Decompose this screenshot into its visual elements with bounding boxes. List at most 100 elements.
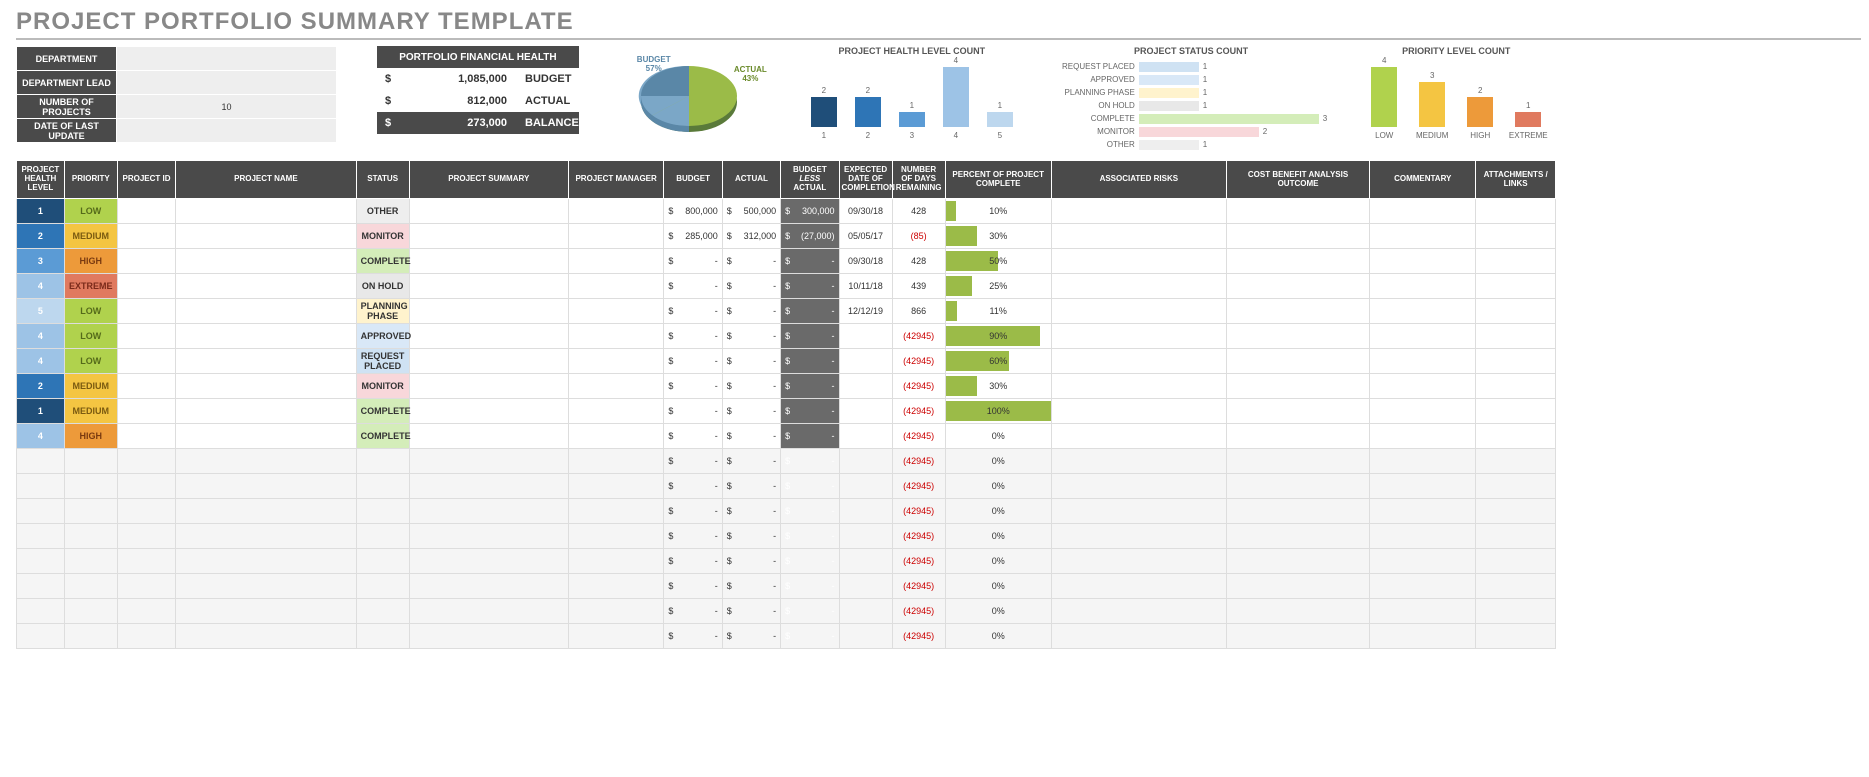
- cell-health[interactable]: 4: [17, 349, 65, 374]
- cell-percent[interactable]: 11%: [945, 299, 1051, 324]
- cell-health[interactable]: [17, 549, 65, 574]
- cell-priority[interactable]: LOW: [64, 349, 117, 374]
- table-row[interactable]: $-$-$-(42945)0%: [17, 599, 1556, 624]
- cell-health[interactable]: 2: [17, 374, 65, 399]
- health-bar: [943, 67, 969, 127]
- cell-priority[interactable]: [64, 549, 117, 574]
- cell-percent[interactable]: 0%: [945, 549, 1051, 574]
- cell-percent[interactable]: 100%: [945, 399, 1051, 424]
- cell-percent[interactable]: 30%: [945, 224, 1051, 249]
- table-row[interactable]: 3HIGHCOMPLETE$-$-$-09/30/1842850%: [17, 249, 1556, 274]
- cell-health[interactable]: 4: [17, 274, 65, 299]
- cell-priority[interactable]: MEDIUM: [64, 399, 117, 424]
- cell-priority[interactable]: [64, 574, 117, 599]
- cell-percent[interactable]: 0%: [945, 524, 1051, 549]
- cell-status[interactable]: [356, 499, 409, 524]
- cell-priority[interactable]: MEDIUM: [64, 224, 117, 249]
- table-row[interactable]: 4EXTREMEON HOLD$-$-$-10/11/1843925%: [17, 274, 1556, 299]
- cell-health[interactable]: 2: [17, 224, 65, 249]
- table-row[interactable]: 1MEDIUMCOMPLETE$-$-$-(42945)100%: [17, 399, 1556, 424]
- cell-priority[interactable]: HIGH: [64, 249, 117, 274]
- cell-percent[interactable]: 0%: [945, 474, 1051, 499]
- priority-chart: PRIORITY LEVEL COUNT 4LOW3MEDIUM2HIGH1EX…: [1367, 46, 1545, 140]
- cell-health[interactable]: [17, 574, 65, 599]
- table-row[interactable]: $-$-$-(42945)0%: [17, 499, 1556, 524]
- health-bar: [899, 112, 925, 127]
- table-row[interactable]: 1LOWOTHER$800,000$500,000$300,00009/30/1…: [17, 199, 1556, 224]
- cell-percent[interactable]: 0%: [945, 624, 1051, 649]
- cell-status[interactable]: REQUEST PLACED: [356, 349, 409, 374]
- cell-percent[interactable]: 0%: [945, 424, 1051, 449]
- cell-priority[interactable]: LOW: [64, 324, 117, 349]
- cell-priority[interactable]: MEDIUM: [64, 374, 117, 399]
- cell-status[interactable]: COMPLETE: [356, 424, 409, 449]
- grid-header: ACTUAL: [722, 161, 780, 199]
- cell-priority[interactable]: [64, 624, 117, 649]
- cell-priority[interactable]: [64, 474, 117, 499]
- cell-status[interactable]: [356, 549, 409, 574]
- cell-priority[interactable]: LOW: [64, 199, 117, 224]
- info-num-value[interactable]: 10: [117, 95, 337, 119]
- cell-priority[interactable]: [64, 524, 117, 549]
- cell-health[interactable]: 3: [17, 249, 65, 274]
- cell-status[interactable]: MONITOR: [356, 374, 409, 399]
- cell-status[interactable]: [356, 574, 409, 599]
- table-row[interactable]: $-$-$-(42945)0%: [17, 624, 1556, 649]
- cell-status[interactable]: [356, 624, 409, 649]
- cell-percent[interactable]: 25%: [945, 274, 1051, 299]
- info-lead-value[interactable]: [117, 71, 337, 95]
- cell-health[interactable]: 1: [17, 199, 65, 224]
- cell-priority[interactable]: LOW: [64, 299, 117, 324]
- cell-status[interactable]: OTHER: [356, 199, 409, 224]
- cell-health[interactable]: [17, 499, 65, 524]
- cell-health[interactable]: [17, 624, 65, 649]
- table-row[interactable]: 2MEDIUMMONITOR$285,000$312,000$(27,000)0…: [17, 224, 1556, 249]
- cell-priority[interactable]: [64, 499, 117, 524]
- cell-percent[interactable]: 60%: [945, 349, 1051, 374]
- cell-percent[interactable]: 50%: [945, 249, 1051, 274]
- cell-health[interactable]: [17, 474, 65, 499]
- cell-health[interactable]: 1: [17, 399, 65, 424]
- cell-health[interactable]: 4: [17, 324, 65, 349]
- grid-header-row: PROJECT HEALTH LEVELPRIORITYPROJECT IDPR…: [17, 161, 1556, 199]
- table-row[interactable]: 5LOWPLANNING PHASE$-$-$-12/12/1986611%: [17, 299, 1556, 324]
- cell-priority[interactable]: EXTREME: [64, 274, 117, 299]
- cell-status[interactable]: PLANNING PHASE: [356, 299, 409, 324]
- cell-percent[interactable]: 0%: [945, 574, 1051, 599]
- cell-status[interactable]: [356, 474, 409, 499]
- cell-status[interactable]: COMPLETE: [356, 399, 409, 424]
- cell-status[interactable]: [356, 599, 409, 624]
- cell-percent[interactable]: 10%: [945, 199, 1051, 224]
- cell-health[interactable]: [17, 524, 65, 549]
- cell-status[interactable]: [356, 449, 409, 474]
- table-row[interactable]: 4LOWREQUEST PLACED$-$-$-(42945)60%: [17, 349, 1556, 374]
- cell-status[interactable]: [356, 524, 409, 549]
- cell-status[interactable]: ON HOLD: [356, 274, 409, 299]
- table-row[interactable]: $-$-$-(42945)0%: [17, 574, 1556, 599]
- cell-status[interactable]: MONITOR: [356, 224, 409, 249]
- cell-percent[interactable]: 30%: [945, 374, 1051, 399]
- info-dept-value[interactable]: [117, 47, 337, 71]
- table-row[interactable]: 2MEDIUMMONITOR$-$-$-(42945)30%: [17, 374, 1556, 399]
- cell-percent[interactable]: 0%: [945, 499, 1051, 524]
- cell-status[interactable]: APPROVED: [356, 324, 409, 349]
- cell-health[interactable]: [17, 449, 65, 474]
- cell-status[interactable]: COMPLETE: [356, 249, 409, 274]
- table-row[interactable]: 4LOWAPPROVED$-$-$-(42945)90%: [17, 324, 1556, 349]
- cell-health[interactable]: [17, 599, 65, 624]
- table-row[interactable]: $-$-$-(42945)0%: [17, 524, 1556, 549]
- cell-percent[interactable]: 90%: [945, 324, 1051, 349]
- table-row[interactable]: $-$-$-(42945)0%: [17, 549, 1556, 574]
- info-date-value[interactable]: [117, 119, 337, 143]
- cell-priority[interactable]: HIGH: [64, 424, 117, 449]
- cell-health[interactable]: 5: [17, 299, 65, 324]
- cell-percent[interactable]: 0%: [945, 449, 1051, 474]
- cell-priority[interactable]: [64, 599, 117, 624]
- table-row[interactable]: $-$-$-(42945)0%: [17, 474, 1556, 499]
- status-bar: [1139, 114, 1319, 124]
- cell-health[interactable]: 4: [17, 424, 65, 449]
- table-row[interactable]: $-$-$-(42945)0%: [17, 449, 1556, 474]
- cell-priority[interactable]: [64, 449, 117, 474]
- cell-percent[interactable]: 0%: [945, 599, 1051, 624]
- table-row[interactable]: 4HIGHCOMPLETE$-$-$-(42945)0%: [17, 424, 1556, 449]
